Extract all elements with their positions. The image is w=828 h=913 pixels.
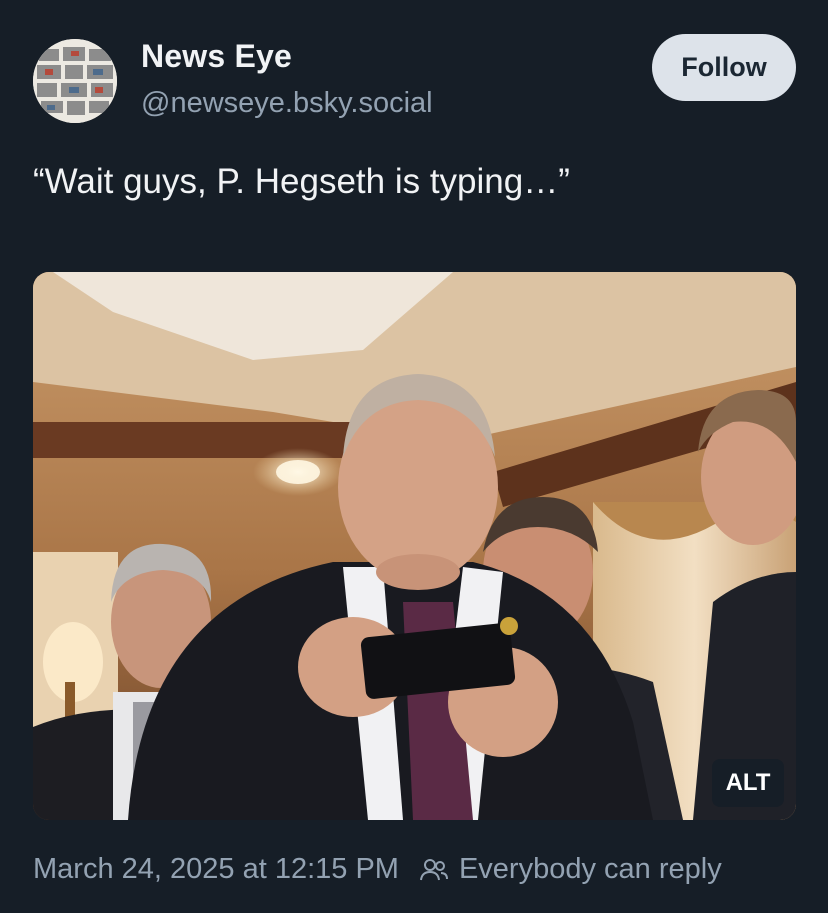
post-timestamp[interactable]: March 24, 2025 at 12:15 PM	[33, 853, 399, 886]
reply-setting[interactable]: Everybody can reply	[419, 853, 722, 886]
author-handle[interactable]: @newseye.bsky.social	[141, 87, 433, 120]
photo-illustration	[33, 272, 796, 820]
post-text: “Wait guys, P. Hegseth is typing…”	[33, 162, 570, 201]
avatar-newspaper-collage	[33, 39, 117, 123]
reply-setting-label: Everybody can reply	[458, 853, 722, 885]
follow-button[interactable]: Follow	[652, 34, 796, 101]
people-icon	[419, 858, 448, 880]
author-avatar[interactable]	[33, 39, 117, 123]
author-display-name[interactable]: News Eye	[141, 38, 292, 75]
alt-text-button[interactable]: ALT	[712, 759, 784, 807]
post-image[interactable]: ALT	[33, 272, 796, 820]
post-meta: March 24, 2025 at 12:15 PM Everybody can…	[33, 853, 722, 886]
